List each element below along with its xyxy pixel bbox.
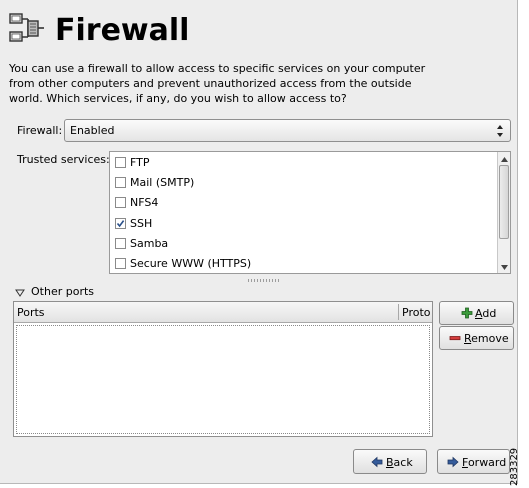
expander-triangle-icon[interactable] xyxy=(15,287,25,297)
service-label: NFS4 xyxy=(130,196,159,209)
back-button[interactable]: Back xyxy=(353,449,427,474)
service-checkbox[interactable] xyxy=(115,238,126,249)
service-label: Samba xyxy=(130,237,169,250)
trusted-services-list: FTP Mail (SMTP) NFS4 SSH Samba Secure WW… xyxy=(109,151,511,274)
service-row-nfs4[interactable]: NFS4 xyxy=(113,193,493,213)
table-header: Ports Proto xyxy=(14,302,432,323)
scroll-down-arrow-icon[interactable] xyxy=(500,262,509,271)
remove-minus-icon xyxy=(449,332,461,344)
checkmark-icon xyxy=(116,220,125,228)
service-checkbox[interactable] xyxy=(115,177,126,188)
scrollbar-thumb[interactable] xyxy=(499,165,509,239)
ports-list-body[interactable] xyxy=(16,325,430,434)
firewall-window: Firewall You can use a firewall to allow… xyxy=(0,0,518,484)
remove-button[interactable]: Remove xyxy=(439,326,514,350)
firewall-label: Firewall: xyxy=(17,124,63,137)
add-button[interactable]: Add xyxy=(439,301,514,325)
figure-number: 283329 xyxy=(509,447,520,486)
intro-text: You can use a firewall to allow access t… xyxy=(9,62,426,105)
back-arrow-icon xyxy=(371,456,383,468)
firewall-combo[interactable]: Enabled xyxy=(64,119,511,142)
service-label: Secure WWW (HTTPS) xyxy=(130,257,252,270)
forward-button[interactable]: Forward xyxy=(437,449,510,474)
service-row-https[interactable]: Secure WWW (HTTPS) xyxy=(113,254,493,274)
forward-arrow-icon xyxy=(447,456,459,468)
service-checkbox-checked[interactable] xyxy=(115,218,126,229)
pane-resize-grip[interactable] xyxy=(248,279,280,282)
column-divider xyxy=(398,304,399,320)
add-button-label: Add xyxy=(475,307,497,320)
other-ports-expander[interactable]: Other ports xyxy=(31,285,94,298)
other-ports-table: Ports Proto xyxy=(13,301,433,437)
firewall-combo-value: Enabled xyxy=(70,124,115,137)
add-plus-icon xyxy=(461,307,473,319)
service-label: Mail (SMTP) xyxy=(130,176,195,189)
updown-arrows-icon xyxy=(496,124,504,138)
page-title: Firewall xyxy=(55,13,190,48)
back-button-label: Back xyxy=(386,456,413,469)
remove-button-label: Remove xyxy=(464,332,509,345)
forward-button-label: Forward xyxy=(462,456,507,469)
service-label: FTP xyxy=(130,156,150,169)
column-header-proto[interactable]: Proto xyxy=(402,306,431,319)
service-row-ssh[interactable]: SSH xyxy=(113,214,493,234)
service-row-mail[interactable]: Mail (SMTP) xyxy=(113,173,493,193)
scroll-up-arrow-icon[interactable] xyxy=(500,154,509,163)
service-checkbox[interactable] xyxy=(115,157,126,168)
service-label: SSH xyxy=(130,217,153,230)
trusted-services-label: Trusted services: xyxy=(17,153,110,166)
service-checkbox[interactable] xyxy=(115,258,126,269)
service-row-samba[interactable]: Samba xyxy=(113,234,493,254)
service-row-ftp[interactable]: FTP xyxy=(113,153,493,173)
services-scrollbar[interactable] xyxy=(497,152,510,273)
service-checkbox[interactable] xyxy=(115,197,126,208)
firewall-network-icon xyxy=(8,12,46,46)
column-header-ports[interactable]: Ports xyxy=(17,306,45,319)
